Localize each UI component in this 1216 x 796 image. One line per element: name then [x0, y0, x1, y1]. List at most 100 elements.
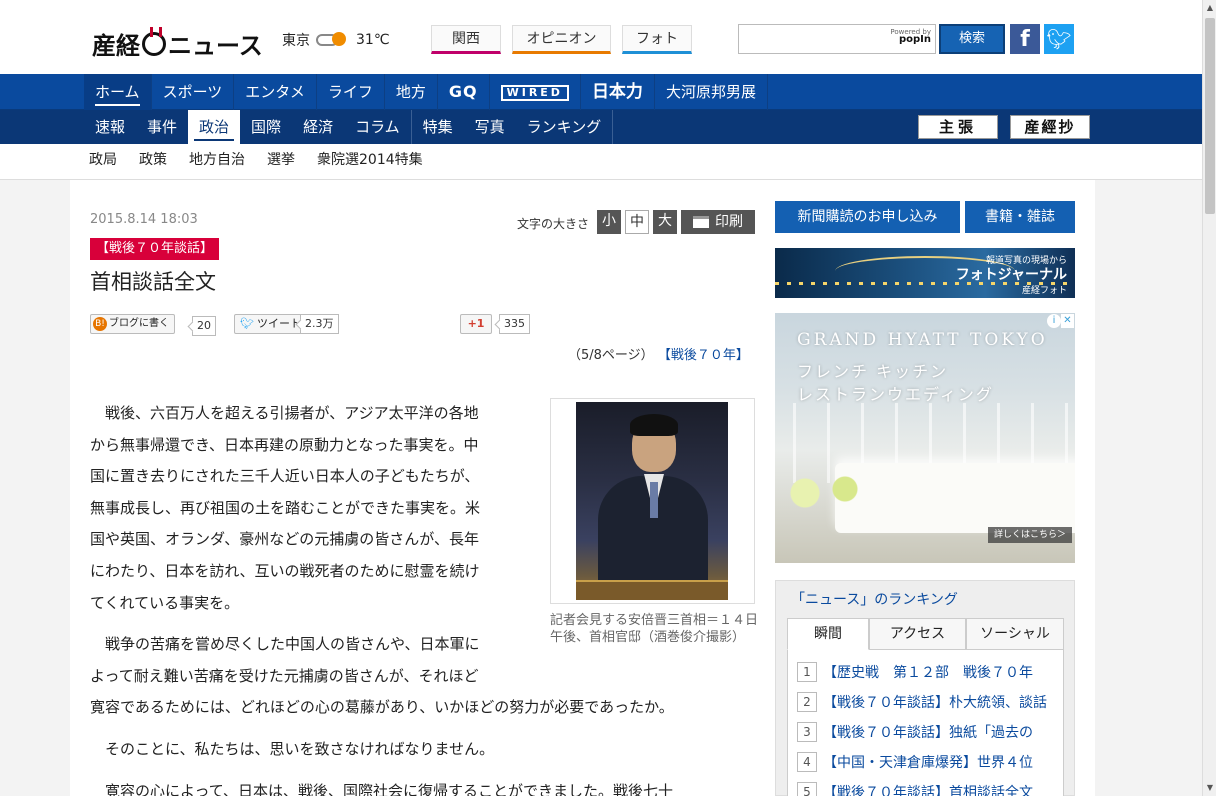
- search-button[interactable]: 検索: [939, 24, 1005, 54]
- wired-logo: WIRED: [500, 84, 569, 101]
- ad-line-1: フレンチ キッチン: [797, 362, 949, 381]
- ranking-number: 5: [797, 782, 817, 796]
- ranking-number: 4: [797, 752, 817, 772]
- nav-entame[interactable]: エンタメ: [234, 74, 317, 110]
- subnav-senkyo[interactable]: 選挙: [256, 144, 306, 180]
- article-paragraph: 戦後、六百万人を超える引揚者が、アジア太平洋の各地 から無事帰還でき、日本再建の…: [90, 404, 481, 612]
- ad-more-button[interactable]: 詳しくはこちら＞: [988, 527, 1073, 543]
- nav-wired[interactable]: WIRED: [490, 74, 581, 110]
- ranking-item[interactable]: 3 【戦後７０年談話】独紙「過去の: [788, 717, 1063, 747]
- nav-column[interactable]: コラム: [344, 110, 412, 144]
- nav-okawara[interactable]: 大河原邦男展: [655, 74, 768, 110]
- popin-brand: popIn: [898, 34, 931, 45]
- ranking-item[interactable]: 1 【歴史戦 第１２部 戦後７０年: [788, 657, 1063, 687]
- facebook-icon[interactable]: f: [1010, 24, 1040, 54]
- site-header: 産経 ニュース 東京 31℃ 関西 オピニオン フォト Powered by p…: [0, 0, 1202, 74]
- article-tag[interactable]: 【戦後７０年談話】: [90, 238, 220, 260]
- gplus-button[interactable]: +1: [460, 314, 492, 334]
- ad-title: GRAND HYATT TOKYO: [797, 330, 1048, 350]
- ad-line-2: レストランウエディング: [797, 385, 994, 404]
- ranking-tab-access[interactable]: アクセス: [869, 618, 966, 650]
- books-button[interactable]: 書籍・雑誌: [965, 201, 1075, 233]
- nav-chiho[interactable]: 地方: [385, 74, 438, 110]
- hatena-label: ブログに書く: [109, 318, 169, 329]
- photojournal-title: フォトジャーナル: [955, 267, 1067, 283]
- nav-life[interactable]: ライフ: [317, 74, 385, 110]
- printer-icon: [693, 216, 709, 228]
- search-input[interactable]: Powered by popIn: [738, 24, 936, 54]
- nav-gq[interactable]: GQ: [438, 74, 490, 110]
- ranking-tab-moment[interactable]: 瞬間: [787, 618, 869, 650]
- ranking-widget: 「ニュース」のランキング 瞬間 アクセス ソーシャル 1 【歴史戦 第１２部 戦後…: [775, 580, 1075, 796]
- hatena-share-button[interactable]: B! ブログに書く: [90, 314, 175, 334]
- photojournal-banner[interactable]: 報道写真の現場から フォトジャーナル 産経フォト: [775, 248, 1075, 298]
- nav-jiken[interactable]: 事件: [136, 110, 188, 144]
- ad-close-icon[interactable]: ✕: [1061, 314, 1074, 328]
- ranking-item[interactable]: 2 【戦後７０年談話】朴大統領、談話: [788, 687, 1063, 717]
- scroll-thumb[interactable]: [1205, 18, 1215, 214]
- article-paragraph: そのことに、私たちは、思いを致さなければなりません。: [90, 739, 495, 758]
- ranking-link[interactable]: 【戦後７０年談話】朴大統領、談話: [823, 692, 1058, 712]
- ranking-item[interactable]: 5 【戦後７０年談話】首相談話全文: [788, 777, 1063, 796]
- ranking-number: 3: [797, 722, 817, 742]
- ranking-number: 2: [797, 692, 817, 712]
- scroll-up-icon[interactable]: ▲: [1203, 0, 1216, 16]
- ranking-link[interactable]: 【中国・天津倉庫爆発】世界４位: [823, 752, 1058, 772]
- ranking-tabs: 瞬間 アクセス ソーシャル: [787, 618, 1064, 650]
- ranking-link[interactable]: 【戦後７０年談話】首相談話全文: [823, 782, 1058, 796]
- main-nav: ホーム スポーツ エンタメ ライフ 地方 GQ WIRED 日本力 大河原邦男展: [0, 74, 1202, 110]
- page-number: （5/8ページ）: [568, 348, 654, 363]
- series-link[interactable]: 【戦後７０年】: [658, 348, 749, 363]
- twitter-icon[interactable]: 🐦︎: [1044, 24, 1074, 54]
- ranking-item[interactable]: 4 【中国・天津倉庫爆発】世界４位: [788, 747, 1063, 777]
- ranking-link[interactable]: 【歴史戦 第１２部 戦後７０年: [823, 662, 1058, 682]
- weather-widget[interactable]: 東京 31℃: [282, 30, 390, 50]
- article-paragraph: 戦争の苦痛を嘗め尽くした中国人の皆さんや、日本軍に よって耐え難い苦痛を受けた元…: [90, 635, 674, 717]
- subnav-shuinsen[interactable]: 衆院選2014特集: [306, 144, 434, 180]
- print-label: 印刷: [715, 214, 743, 230]
- subnav-chiho-jichi[interactable]: 地方自治: [178, 144, 256, 180]
- header-tabs: 関西 オピニオン フォト: [431, 25, 692, 54]
- hyatt-ad[interactable]: GRAND HYATT TOKYO フレンチ キッチン レストランウエディング …: [775, 313, 1075, 563]
- print-button[interactable]: 印刷: [681, 210, 755, 234]
- nav-shashin[interactable]: 写真: [464, 110, 516, 144]
- photojournal-brand: 産経フォト: [1021, 286, 1067, 296]
- nav-nihonryoku[interactable]: 日本力: [581, 74, 655, 110]
- tab-opinion[interactable]: オピニオン: [512, 25, 611, 54]
- shucho-button[interactable]: 主張: [918, 115, 998, 139]
- nav-keizai[interactable]: 経済: [292, 110, 344, 144]
- subnav-seisaku[interactable]: 政策: [128, 144, 178, 180]
- hatena-count: 20: [192, 316, 216, 336]
- nav-ranking[interactable]: ランキング: [516, 110, 614, 144]
- article-date: 2015.8.14 18:03: [90, 212, 198, 227]
- nav-sokuho[interactable]: 速報: [84, 110, 136, 144]
- logo-text-left: 産経: [92, 32, 140, 60]
- site-logo[interactable]: 産経 ニュース: [92, 26, 263, 61]
- nav-seiji[interactable]: 政治: [188, 110, 241, 144]
- ranking-title: 「ニュース」のランキング: [791, 592, 958, 608]
- fontsize-small-button[interactable]: 小: [597, 210, 621, 234]
- ranking-link[interactable]: 【戦後７０年談話】独紙「過去の: [823, 722, 1058, 742]
- vertical-scrollbar[interactable]: ▲ ▼: [1202, 0, 1216, 796]
- tweet-count: 2.3万: [300, 314, 339, 334]
- page-indicator: （5/8ページ） 【戦後７０年】: [568, 344, 749, 363]
- hatena-icon: B!: [93, 317, 107, 331]
- ranking-tab-social[interactable]: ソーシャル: [966, 618, 1064, 650]
- ad-info-icon[interactable]: i: [1047, 314, 1061, 328]
- logo-mark-icon: [142, 26, 166, 56]
- logo-text-right: ニュース: [168, 32, 263, 60]
- subnav-seikyoku[interactable]: 政局: [78, 144, 128, 180]
- fontsize-medium-button[interactable]: 中: [625, 210, 649, 234]
- sankeisho-button[interactable]: 産經抄: [1010, 115, 1090, 139]
- nav-kokusai[interactable]: 国際: [240, 110, 292, 144]
- weather-city: 東京: [282, 33, 310, 49]
- subscribe-button[interactable]: 新聞購読のお申し込み: [775, 201, 960, 233]
- nav-sports[interactable]: スポーツ: [152, 74, 235, 110]
- nav-tokushu[interactable]: 特集: [412, 110, 464, 144]
- nav-home[interactable]: ホーム: [84, 74, 152, 110]
- sun-cloud-icon: [316, 30, 350, 50]
- scroll-down-icon[interactable]: ▼: [1203, 780, 1216, 796]
- fontsize-large-button[interactable]: 大: [653, 210, 677, 234]
- tab-kansai[interactable]: 関西: [431, 25, 501, 54]
- tab-photo[interactable]: フォト: [622, 25, 692, 54]
